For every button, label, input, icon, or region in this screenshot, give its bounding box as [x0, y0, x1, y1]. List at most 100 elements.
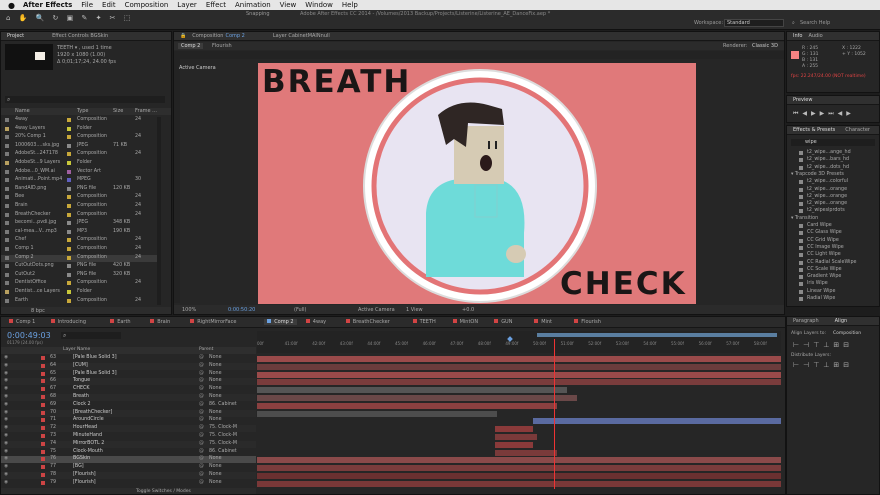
project-search[interactable]: ⌕	[5, 96, 165, 103]
project-item[interactable]: 1000603....sks.jpg JPEG 71 KB	[1, 143, 161, 150]
layer-duration-bar[interactable]	[257, 395, 577, 401]
menu-edit[interactable]: Edit	[102, 1, 116, 9]
tab-paragraph[interactable]: Paragraph	[793, 318, 819, 324]
timeline-tab[interactable]: 4way	[305, 319, 326, 325]
layer-duration-bar[interactable]	[495, 426, 533, 433]
effect-item[interactable]: t2_wipe...orange	[787, 187, 879, 194]
project-item[interactable]: Dentist...ce Layers Folder	[1, 289, 161, 296]
col-name[interactable]: Name	[15, 108, 30, 114]
col-layer-name[interactable]: Layer Name	[63, 347, 90, 352]
layer-row[interactable]: ◉ 69 Clock 2 @86. Cabinet	[1, 402, 256, 409]
layer-parent[interactable]: None	[209, 386, 222, 391]
project-item[interactable]: AdobeSt...9 Layers Folder	[1, 160, 161, 167]
snapping-label[interactable]: Snapping	[246, 11, 270, 17]
visibility-icon[interactable]: ◉	[4, 464, 8, 469]
layer-row[interactable]: ◉ 71 AroundCircle @ None	[1, 417, 256, 424]
layer-parent[interactable]: None	[209, 417, 222, 422]
tab-audio[interactable]: Audio	[808, 33, 822, 39]
timeline-tab[interactable]: Comp 2	[264, 319, 297, 325]
timeline-tab[interactable]: MintON	[452, 319, 478, 325]
layer-row[interactable]: ◉ 75 Clock-Mouth @86. Cabinet	[1, 449, 256, 456]
work-area-bar[interactable]	[537, 333, 777, 337]
layer-row[interactable]: ◉ 73 MinuteHand @75. Clock-M	[1, 433, 256, 440]
effect-item[interactable]: Gradient Wipe	[787, 274, 879, 281]
layer-row[interactable]: ◉ 63 [Pale Blue Solid 3] @ None	[1, 355, 256, 362]
layer-row[interactable]: ◉ 68 Breath @ None	[1, 394, 256, 401]
tab-composition-comp[interactable]: Comp 2	[225, 33, 244, 39]
parent-pickwhip-icon[interactable]: @	[199, 386, 204, 391]
layer-parent[interactable]: 75. Clock-M	[209, 441, 237, 446]
effects-search[interactable]: wipe	[791, 139, 875, 146]
timeline-timecode[interactable]: 0:00:49:03	[7, 331, 51, 340]
layer-parent[interactable]: None	[209, 378, 222, 383]
align-to-select[interactable]: Composition	[833, 331, 861, 336]
effect-item[interactable]: t2_wipe...colorful	[787, 179, 879, 186]
visibility-icon[interactable]: ◉	[4, 410, 8, 415]
parent-pickwhip-icon[interactable]: @	[199, 371, 204, 376]
effect-item[interactable]: Radial Wipe	[787, 296, 879, 303]
project-item[interactable]: DentistOffice Composition 24	[1, 280, 161, 287]
effect-item[interactable]: CC Light Wipe	[787, 252, 879, 259]
apple-icon[interactable]: ●	[8, 1, 15, 10]
timeline-tab[interactable]: Earth	[110, 319, 131, 325]
layer-parent[interactable]: 86. Cabinet	[209, 402, 237, 407]
effect-item[interactable]: Iris Wipe	[787, 281, 879, 288]
layer-row[interactable]: ◉ 77 [BG] @ None	[1, 464, 256, 471]
subtab-flourish[interactable]: Flourish	[212, 43, 232, 49]
menu-composition[interactable]: Composition	[125, 1, 169, 9]
project-item[interactable]: 4way Composition 24	[1, 117, 161, 124]
effect-item[interactable]: CC Scale Wipe	[787, 267, 879, 274]
project-item[interactable]: Earth Composition 24	[1, 298, 161, 305]
layer-row[interactable]: ◉ 64 [CUM] @ None	[1, 362, 256, 370]
effect-item[interactable]: ▾ Trapcode 3D Presets	[787, 172, 879, 179]
layer-duration-bar[interactable]	[257, 480, 781, 487]
visibility-icon[interactable]: ◉	[4, 441, 8, 446]
distribute-buttons[interactable]: ⊢⊣⊤⊥⊞⊟	[793, 361, 853, 369]
tab-effect-controls[interactable]: Effect Controls BGSkin	[52, 33, 108, 39]
visibility-icon[interactable]: ◉	[4, 363, 8, 368]
effect-item[interactable]: t2_wipe...dots_hd	[787, 165, 879, 172]
layer-row[interactable]: ◉ 78 [Flourish] @ None	[1, 472, 256, 479]
parent-pickwhip-icon[interactable]: @	[199, 425, 204, 430]
camera-select[interactable]: Active Camera	[358, 307, 395, 313]
layer-row[interactable]: ◉ 70 [BreathChecker] @ None	[1, 409, 256, 417]
project-item[interactable]: CutOutDots.png PNG file 420 KB	[1, 263, 161, 270]
visibility-icon[interactable]: ◉	[4, 472, 8, 477]
timeline-tab[interactable]: Introducing	[50, 319, 86, 325]
tab-info[interactable]: Info	[793, 33, 802, 39]
lock-icon[interactable]: 🔒	[180, 33, 186, 39]
tab-project[interactable]: Project	[7, 33, 24, 39]
parent-pickwhip-icon[interactable]: @	[199, 410, 204, 415]
parent-pickwhip-icon[interactable]: @	[199, 433, 204, 438]
menu-file[interactable]: File	[81, 1, 93, 9]
project-item[interactable]: Brain Composition 24	[1, 203, 161, 210]
layer-parent[interactable]: None	[209, 394, 222, 399]
project-item[interactable]: cal-mea...V...mp3 MP3 190 KB	[1, 229, 161, 236]
project-item[interactable]: BreathChecker Composition 24	[1, 212, 161, 219]
parent-pickwhip-icon[interactable]: @	[199, 464, 204, 469]
project-scrollbar[interactable]	[157, 117, 161, 305]
project-item[interactable]: 4way Layers Folder	[1, 126, 161, 133]
tab-preview[interactable]: Preview	[793, 97, 812, 103]
visibility-icon[interactable]: ◉	[4, 425, 8, 430]
tab-character[interactable]: Character	[845, 127, 870, 133]
visibility-icon[interactable]: ◉	[4, 480, 8, 485]
menu-layer[interactable]: Layer	[177, 1, 197, 9]
menu-animation[interactable]: Animation	[235, 1, 271, 9]
timeline-tab[interactable]: BreathChecker	[345, 319, 390, 325]
menu-window[interactable]: Window	[305, 1, 333, 9]
menu-app[interactable]: After Effects	[23, 1, 72, 9]
project-item[interactable]: Comp 2 Composition 24	[1, 254, 161, 262]
visibility-icon[interactable]: ◉	[4, 402, 8, 407]
project-item[interactable]: becomi...pvdi.jpg JPEG 348 KB	[1, 220, 161, 227]
resolution-select[interactable]: (Full)	[294, 307, 306, 313]
comp-canvas[interactable]: BREATH CHECK	[258, 63, 696, 304]
parent-pickwhip-icon[interactable]: @	[199, 402, 204, 407]
timeline-tab[interactable]: Mint	[534, 319, 552, 325]
layer-row[interactable]: ◉ 76 BGSkin @ None	[1, 456, 256, 464]
project-item[interactable]: CutOut2 PNG file 320 KB	[1, 272, 161, 279]
col-fps[interactable]: Frame ...	[135, 108, 157, 114]
effect-item[interactable]: t2_wipe...orange	[787, 194, 879, 201]
playhead[interactable]	[554, 339, 555, 489]
layer-row[interactable]: ◉ 74 MirrorBOTL 2 @75. Clock-M	[1, 440, 256, 448]
